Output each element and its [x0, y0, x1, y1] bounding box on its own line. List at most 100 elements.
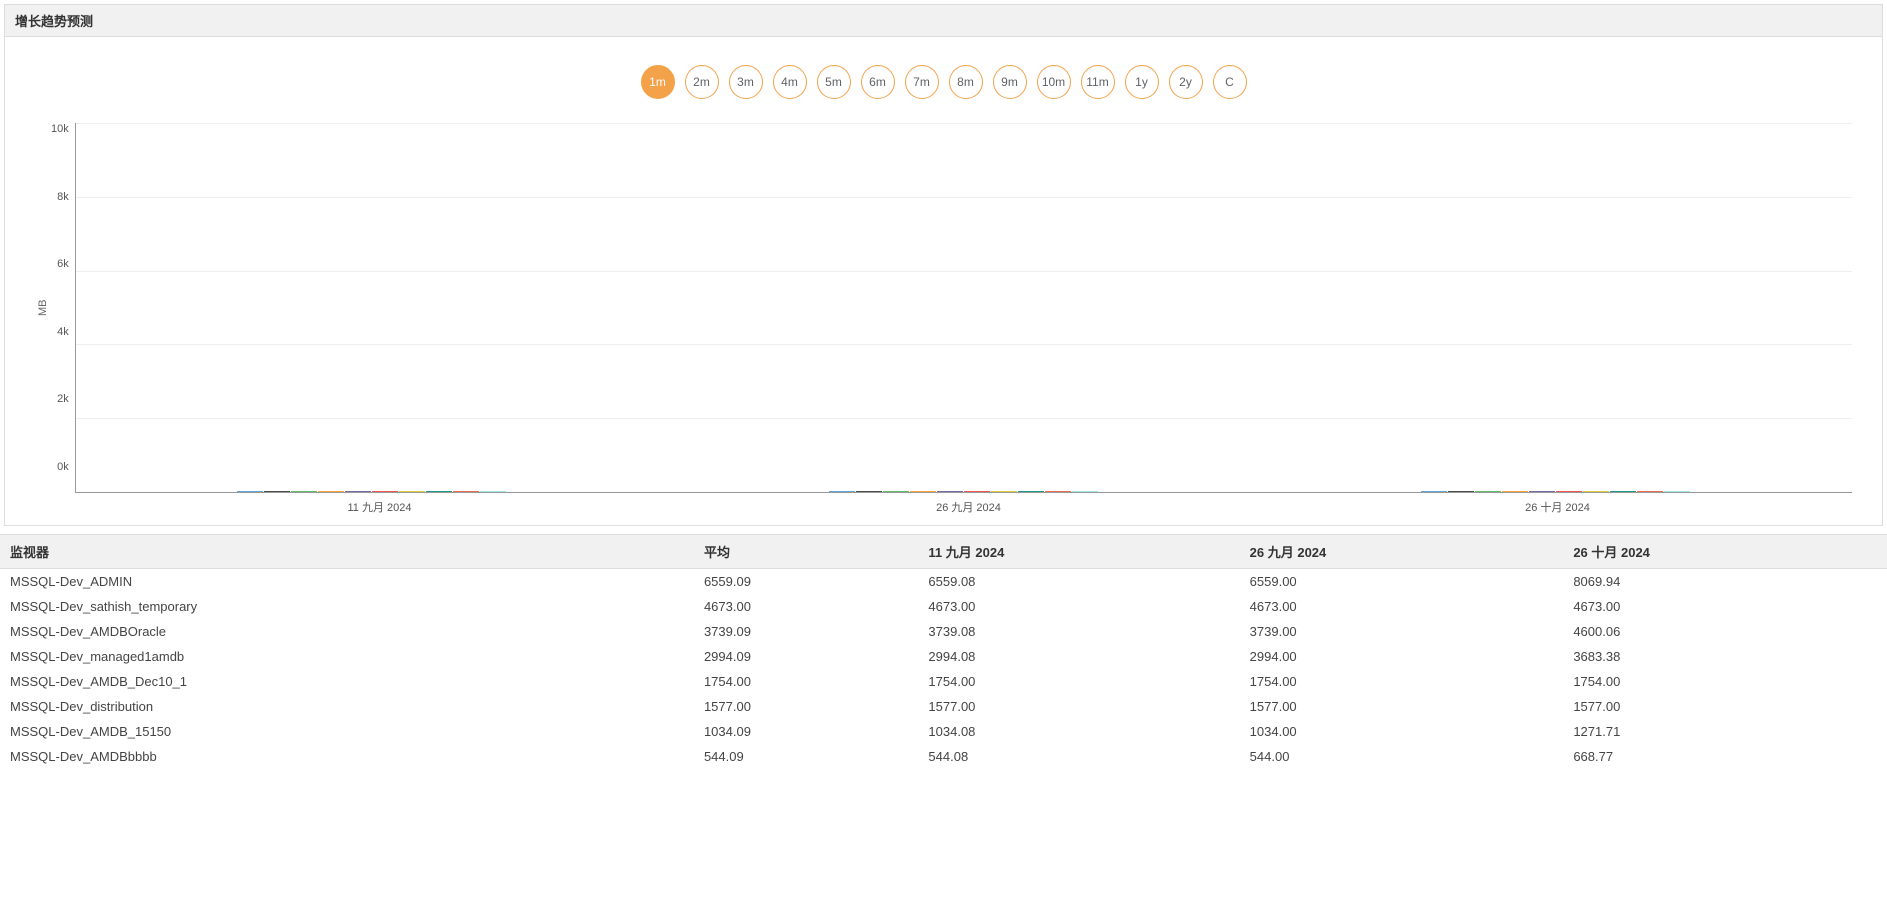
bar[interactable] [372, 491, 398, 492]
bar[interactable] [345, 491, 371, 492]
range-pill-7m[interactable]: 7m [905, 65, 939, 99]
range-pill-5m[interactable]: 5m [817, 65, 851, 99]
y-tick: 6k [51, 258, 69, 270]
table-cell: 3739.08 [918, 619, 1239, 644]
bar[interactable] [1583, 491, 1609, 492]
x-tick: 26 九月 2024 [677, 499, 1260, 515]
bar[interactable] [1475, 491, 1501, 492]
bar[interactable] [318, 491, 344, 492]
gridline [76, 418, 1852, 419]
table-cell: 668.77 [1563, 744, 1887, 769]
x-tick: 26 十月 2024 [1266, 499, 1849, 515]
gridline [76, 344, 1852, 345]
table-header[interactable]: 监视器 [0, 535, 694, 569]
table-cell: 2994.08 [918, 644, 1239, 669]
range-pill-8m[interactable]: 8m [949, 65, 983, 99]
range-selector: 1m 2m 3m 4m 5m 6m 7m 8m 9m 10m 11m 1y 2y C [5, 37, 1882, 113]
y-tick: 2k [51, 393, 69, 405]
table-cell: MSSQL-Dev_distribution [0, 694, 694, 719]
table-cell: 544.00 [1240, 744, 1564, 769]
y-tick: 4k [51, 326, 69, 338]
table-cell: 4600.06 [1563, 619, 1887, 644]
bar[interactable] [883, 491, 909, 492]
table-header[interactable]: 平均 [694, 535, 918, 569]
table-cell: 1754.00 [918, 669, 1239, 694]
bar[interactable] [1018, 491, 1044, 492]
bar[interactable] [910, 491, 936, 492]
forecast-panel: 增长趋势预测 1m2m3m4m5m6m7m8m9m10m11m1y2yC MB … [4, 4, 1883, 526]
table-header[interactable]: 26 十月 2024 [1563, 535, 1887, 569]
table-cell: MSSQL-Dev_AMDBbbbb [0, 744, 694, 769]
table-cell: 544.09 [694, 744, 918, 769]
table-cell: 6559.08 [918, 569, 1239, 595]
bar[interactable] [426, 491, 452, 492]
table-cell: 6559.00 [1240, 569, 1564, 595]
table-cell: MSSQL-Dev_AMDBOracle [0, 619, 694, 644]
bar[interactable] [1610, 491, 1636, 492]
table-cell: MSSQL-Dev_AMDB_15150 [0, 719, 694, 744]
bar[interactable] [1664, 491, 1690, 492]
table-row: MSSQL-Dev_AMDBOracle3739.093739.083739.0… [0, 619, 1887, 644]
range-pill-10m[interactable]: 10m [1037, 65, 1071, 99]
bar[interactable] [264, 491, 290, 492]
bar[interactable] [453, 491, 479, 492]
cluster [1263, 491, 1849, 492]
table-cell: 1577.00 [1563, 694, 1887, 719]
table-header[interactable]: 11 九月 2024 [918, 535, 1239, 569]
y-axis-label: MB [35, 123, 51, 493]
y-tick: 8k [51, 191, 69, 203]
bar[interactable] [399, 491, 425, 492]
bar[interactable] [237, 491, 263, 492]
bar[interactable] [991, 491, 1017, 492]
bar[interactable] [1421, 491, 1447, 492]
table-cell: 2994.09 [694, 644, 918, 669]
table-cell: 1577.00 [1240, 694, 1564, 719]
range-pill-1y[interactable]: 1y [1125, 65, 1159, 99]
bar[interactable] [1072, 491, 1098, 492]
table-header-row: 监视器平均11 九月 202426 九月 202426 十月 2024 [0, 535, 1887, 569]
range-pill-2m[interactable]: 2m [685, 65, 719, 99]
table-row: MSSQL-Dev_ADMIN6559.096559.086559.008069… [0, 569, 1887, 595]
table-header[interactable]: 26 九月 2024 [1240, 535, 1564, 569]
table-cell: 1577.00 [694, 694, 918, 719]
range-pill-9m[interactable]: 9m [993, 65, 1027, 99]
table-cell: MSSQL-Dev_managed1amdb [0, 644, 694, 669]
bar[interactable] [964, 491, 990, 492]
range-pill-2y[interactable]: 2y [1169, 65, 1203, 99]
bar[interactable] [1637, 491, 1663, 492]
table-row: MSSQL-Dev_managed1amdb2994.092994.082994… [0, 644, 1887, 669]
range-pill-3m[interactable]: 3m [729, 65, 763, 99]
bar-clusters [76, 123, 1852, 492]
x-tick: 11 九月 2024 [88, 499, 671, 515]
table-cell: 1034.08 [918, 719, 1239, 744]
table-row: MSSQL-Dev_AMDBbbbb544.09544.08544.00668.… [0, 744, 1887, 769]
y-tick: 10k [51, 123, 69, 135]
table-cell: MSSQL-Dev_AMDB_Dec10_1 [0, 669, 694, 694]
cluster [79, 491, 665, 492]
table-cell: 4673.00 [1563, 594, 1887, 619]
range-pill-1m[interactable]: 1m [641, 65, 675, 99]
bar[interactable] [1045, 491, 1071, 492]
range-pill-11m[interactable]: 11m [1081, 65, 1115, 99]
table-cell: MSSQL-Dev_ADMIN [0, 569, 694, 595]
table-cell: 3683.38 [1563, 644, 1887, 669]
table-cell: 4673.00 [694, 594, 918, 619]
range-pill-6m[interactable]: 6m [861, 65, 895, 99]
bar[interactable] [829, 491, 855, 492]
bar[interactable] [1556, 491, 1582, 492]
bar[interactable] [1502, 491, 1528, 492]
bar[interactable] [480, 491, 506, 492]
range-pill-4m[interactable]: 4m [773, 65, 807, 99]
bar[interactable] [1529, 491, 1555, 492]
table-cell: 1577.00 [918, 694, 1239, 719]
range-pill-C[interactable]: C [1213, 65, 1247, 99]
table-cell: 1754.00 [1240, 669, 1564, 694]
bar[interactable] [937, 491, 963, 492]
panel-title: 增长趋势预测 [5, 5, 1882, 37]
bar[interactable] [291, 491, 317, 492]
plot-area [75, 123, 1852, 493]
bar[interactable] [1448, 491, 1474, 492]
bar[interactable] [856, 491, 882, 492]
table-cell: 8069.94 [1563, 569, 1887, 595]
y-tick: 0k [51, 461, 69, 473]
